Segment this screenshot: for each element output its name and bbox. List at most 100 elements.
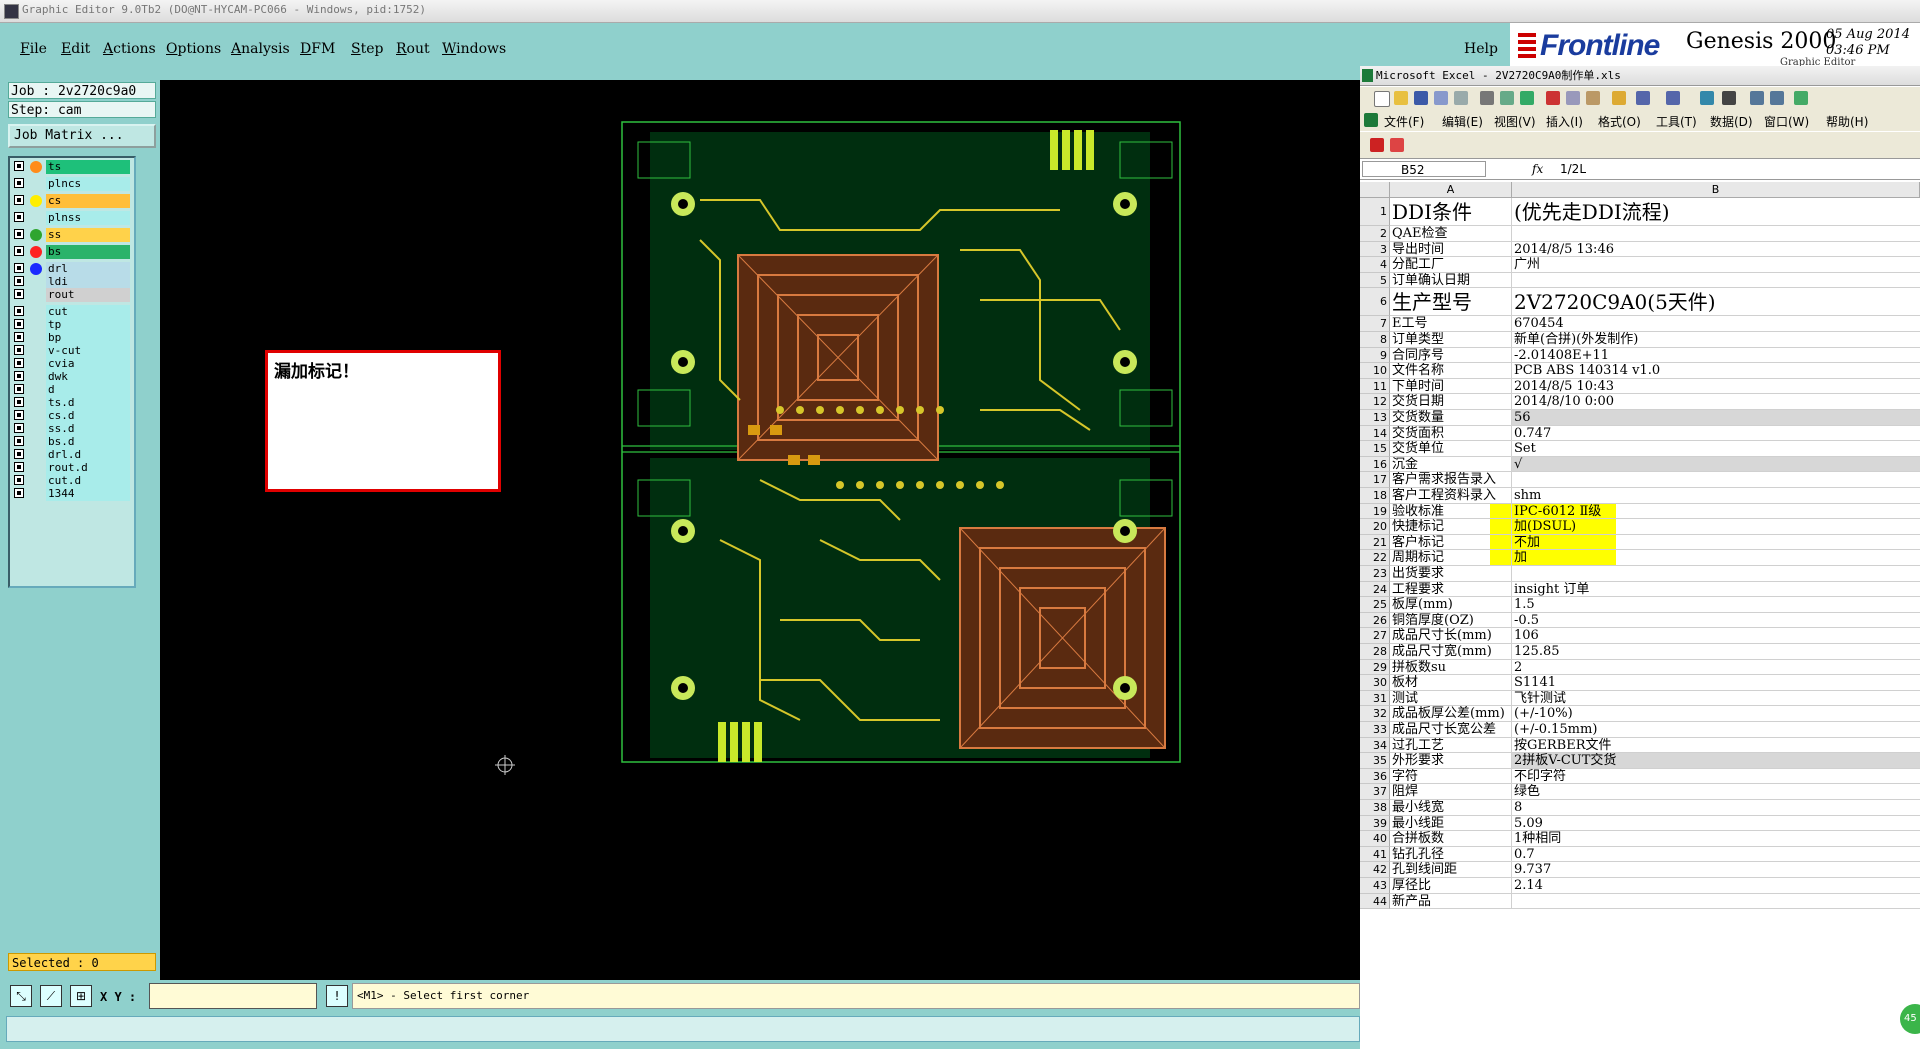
cell-b[interactable]: 106	[1512, 628, 1920, 644]
row-number[interactable]: 17	[1360, 472, 1390, 488]
cell-a[interactable]: E工号	[1390, 316, 1512, 332]
pdf-options-icon[interactable]	[1390, 138, 1404, 152]
menu-windows[interactable]: Windows	[442, 41, 506, 57]
cell-a[interactable]: 孔到线间距	[1390, 862, 1512, 878]
cell-a[interactable]: 钻孔孔径	[1390, 846, 1512, 863]
row-number[interactable]: 39	[1360, 815, 1390, 832]
xy-input[interactable]	[149, 983, 317, 1009]
row-number[interactable]: 22	[1360, 550, 1390, 566]
excel-menu-data[interactable]: 数据(D)	[1710, 113, 1753, 130]
excel-menu-file[interactable]: 文件(F)	[1384, 113, 1424, 130]
cell-a[interactable]: 周期标记	[1390, 550, 1512, 566]
email-icon[interactable]	[1454, 91, 1468, 105]
layer-checkbox[interactable]	[14, 384, 24, 394]
cell-b[interactable]: √	[1512, 456, 1920, 473]
column-header-a[interactable]: A	[1390, 182, 1512, 198]
cell-b[interactable]: 1种相同	[1512, 831, 1920, 847]
cell-b[interactable]: IPC-6012 Ⅱ级	[1512, 503, 1920, 520]
layer-row[interactable]: bs.d	[12, 435, 132, 449]
layer-checkbox[interactable]	[14, 195, 24, 205]
layer-checkbox[interactable]	[14, 423, 24, 433]
layer-name[interactable]: cs.d	[46, 409, 130, 423]
cell-a[interactable]: 板厚(mm)	[1390, 597, 1512, 613]
column-header-b[interactable]: B	[1512, 182, 1920, 198]
layer-checkbox[interactable]	[14, 358, 24, 368]
cell-b[interactable]: 56	[1512, 410, 1920, 426]
layer-checkbox[interactable]	[14, 449, 24, 459]
format-painter-icon[interactable]	[1612, 91, 1626, 105]
excel-menu-tools[interactable]: 工具(T)	[1656, 113, 1697, 130]
layer-name[interactable]: bs	[46, 245, 130, 259]
layer-checkbox[interactable]	[14, 289, 24, 299]
cell-b[interactable]: 飞针测试	[1512, 691, 1920, 707]
layer-checkbox[interactable]	[14, 462, 24, 472]
row-number[interactable]: 43	[1360, 878, 1390, 894]
cell-a[interactable]: 过孔工艺	[1390, 737, 1512, 754]
cell-b[interactable]: 2.14	[1512, 878, 1920, 894]
cell-b[interactable]: 1.5	[1512, 597, 1920, 613]
layer-row[interactable]: cs	[12, 194, 132, 208]
cell-b[interactable]: 0.747	[1512, 426, 1920, 442]
row-number[interactable]: 32	[1360, 706, 1390, 722]
layer-row[interactable]: 1344	[12, 487, 132, 501]
row-number[interactable]: 41	[1360, 846, 1390, 863]
excel-menu-format[interactable]: 格式(O)	[1598, 113, 1641, 130]
sort-descending-icon[interactable]	[1770, 91, 1784, 105]
cell-b[interactable]: (优先走DDI流程)	[1512, 198, 1920, 226]
row-number[interactable]: 35	[1360, 753, 1390, 769]
row-number[interactable]: 13	[1360, 410, 1390, 426]
row-number[interactable]: 34	[1360, 737, 1390, 754]
cell-b[interactable]	[1512, 273, 1920, 289]
layer-name[interactable]: ts.d	[46, 396, 130, 410]
sort-ascending-icon[interactable]	[1750, 91, 1764, 105]
graphic-canvas[interactable]: 漏加标记！	[160, 80, 1360, 980]
cell-a[interactable]: QAE检查	[1390, 226, 1512, 242]
layer-name[interactable]: ts	[46, 160, 130, 174]
layer-name[interactable]: cvia	[46, 357, 130, 371]
menu-help[interactable]: Help	[1464, 41, 1498, 57]
layer-checkbox[interactable]	[14, 178, 24, 188]
layer-row[interactable]: drl	[12, 262, 132, 276]
row-number[interactable]: 38	[1360, 800, 1390, 816]
cell-b[interactable]	[1512, 226, 1920, 242]
layer-checkbox[interactable]	[14, 371, 24, 381]
layer-checkbox[interactable]	[14, 161, 24, 171]
excel-menu-view[interactable]: 视图(V)	[1494, 113, 1536, 130]
cell-b[interactable]: shm	[1512, 488, 1920, 504]
cell-a[interactable]: 订单确认日期	[1390, 272, 1512, 289]
layer-checkbox[interactable]	[14, 263, 24, 273]
open-icon[interactable]	[1394, 91, 1408, 105]
layer-checkbox[interactable]	[14, 488, 24, 498]
layer-checkbox[interactable]	[14, 212, 24, 222]
layer-name[interactable]: ss.d	[46, 422, 130, 436]
cell-b[interactable]: 2V2720C9A0(5天件)	[1512, 288, 1920, 317]
row-number[interactable]: 40	[1360, 831, 1390, 847]
layer-row[interactable]: ts.d	[12, 396, 132, 410]
cell-b[interactable]: 不加	[1512, 534, 1920, 551]
cell-a[interactable]: 合同序号	[1390, 347, 1512, 364]
cell-b[interactable]: 新单(合拼)(外发制作)	[1512, 332, 1920, 348]
row-number[interactable]: 37	[1360, 784, 1390, 800]
row-number[interactable]: 31	[1360, 690, 1390, 707]
row-number[interactable]: 33	[1360, 722, 1390, 738]
cell-a[interactable]: 生产型号	[1390, 288, 1512, 317]
layer-row[interactable]: cs.d	[12, 409, 132, 423]
name-box[interactable]: B52	[1362, 161, 1486, 177]
row-number[interactable]: 12	[1360, 394, 1390, 410]
layer-checkbox[interactable]	[14, 410, 24, 420]
fx-icon[interactable]: fx	[1532, 162, 1543, 176]
cell-a[interactable]: 拼板数su	[1390, 659, 1512, 676]
row-number[interactable]: 29	[1360, 659, 1390, 676]
cell-b[interactable]: 125.85	[1512, 644, 1920, 660]
layer-name[interactable]: 1344	[46, 487, 130, 501]
cell-b[interactable]: 2拼板V-CUT交货	[1512, 753, 1920, 769]
row-number[interactable]: 16	[1360, 456, 1390, 473]
row-number[interactable]: 4	[1360, 257, 1390, 273]
cell-b[interactable]: insight 订单	[1512, 582, 1920, 598]
layer-name[interactable]: drl.d	[46, 448, 130, 462]
cell-a[interactable]: 交货面积	[1390, 425, 1512, 442]
layer-row[interactable]: ss	[12, 228, 132, 242]
menu-options[interactable]: Options	[166, 41, 221, 57]
cell-a[interactable]: 外形要求	[1390, 753, 1512, 769]
layer-row[interactable]: d	[12, 383, 132, 397]
